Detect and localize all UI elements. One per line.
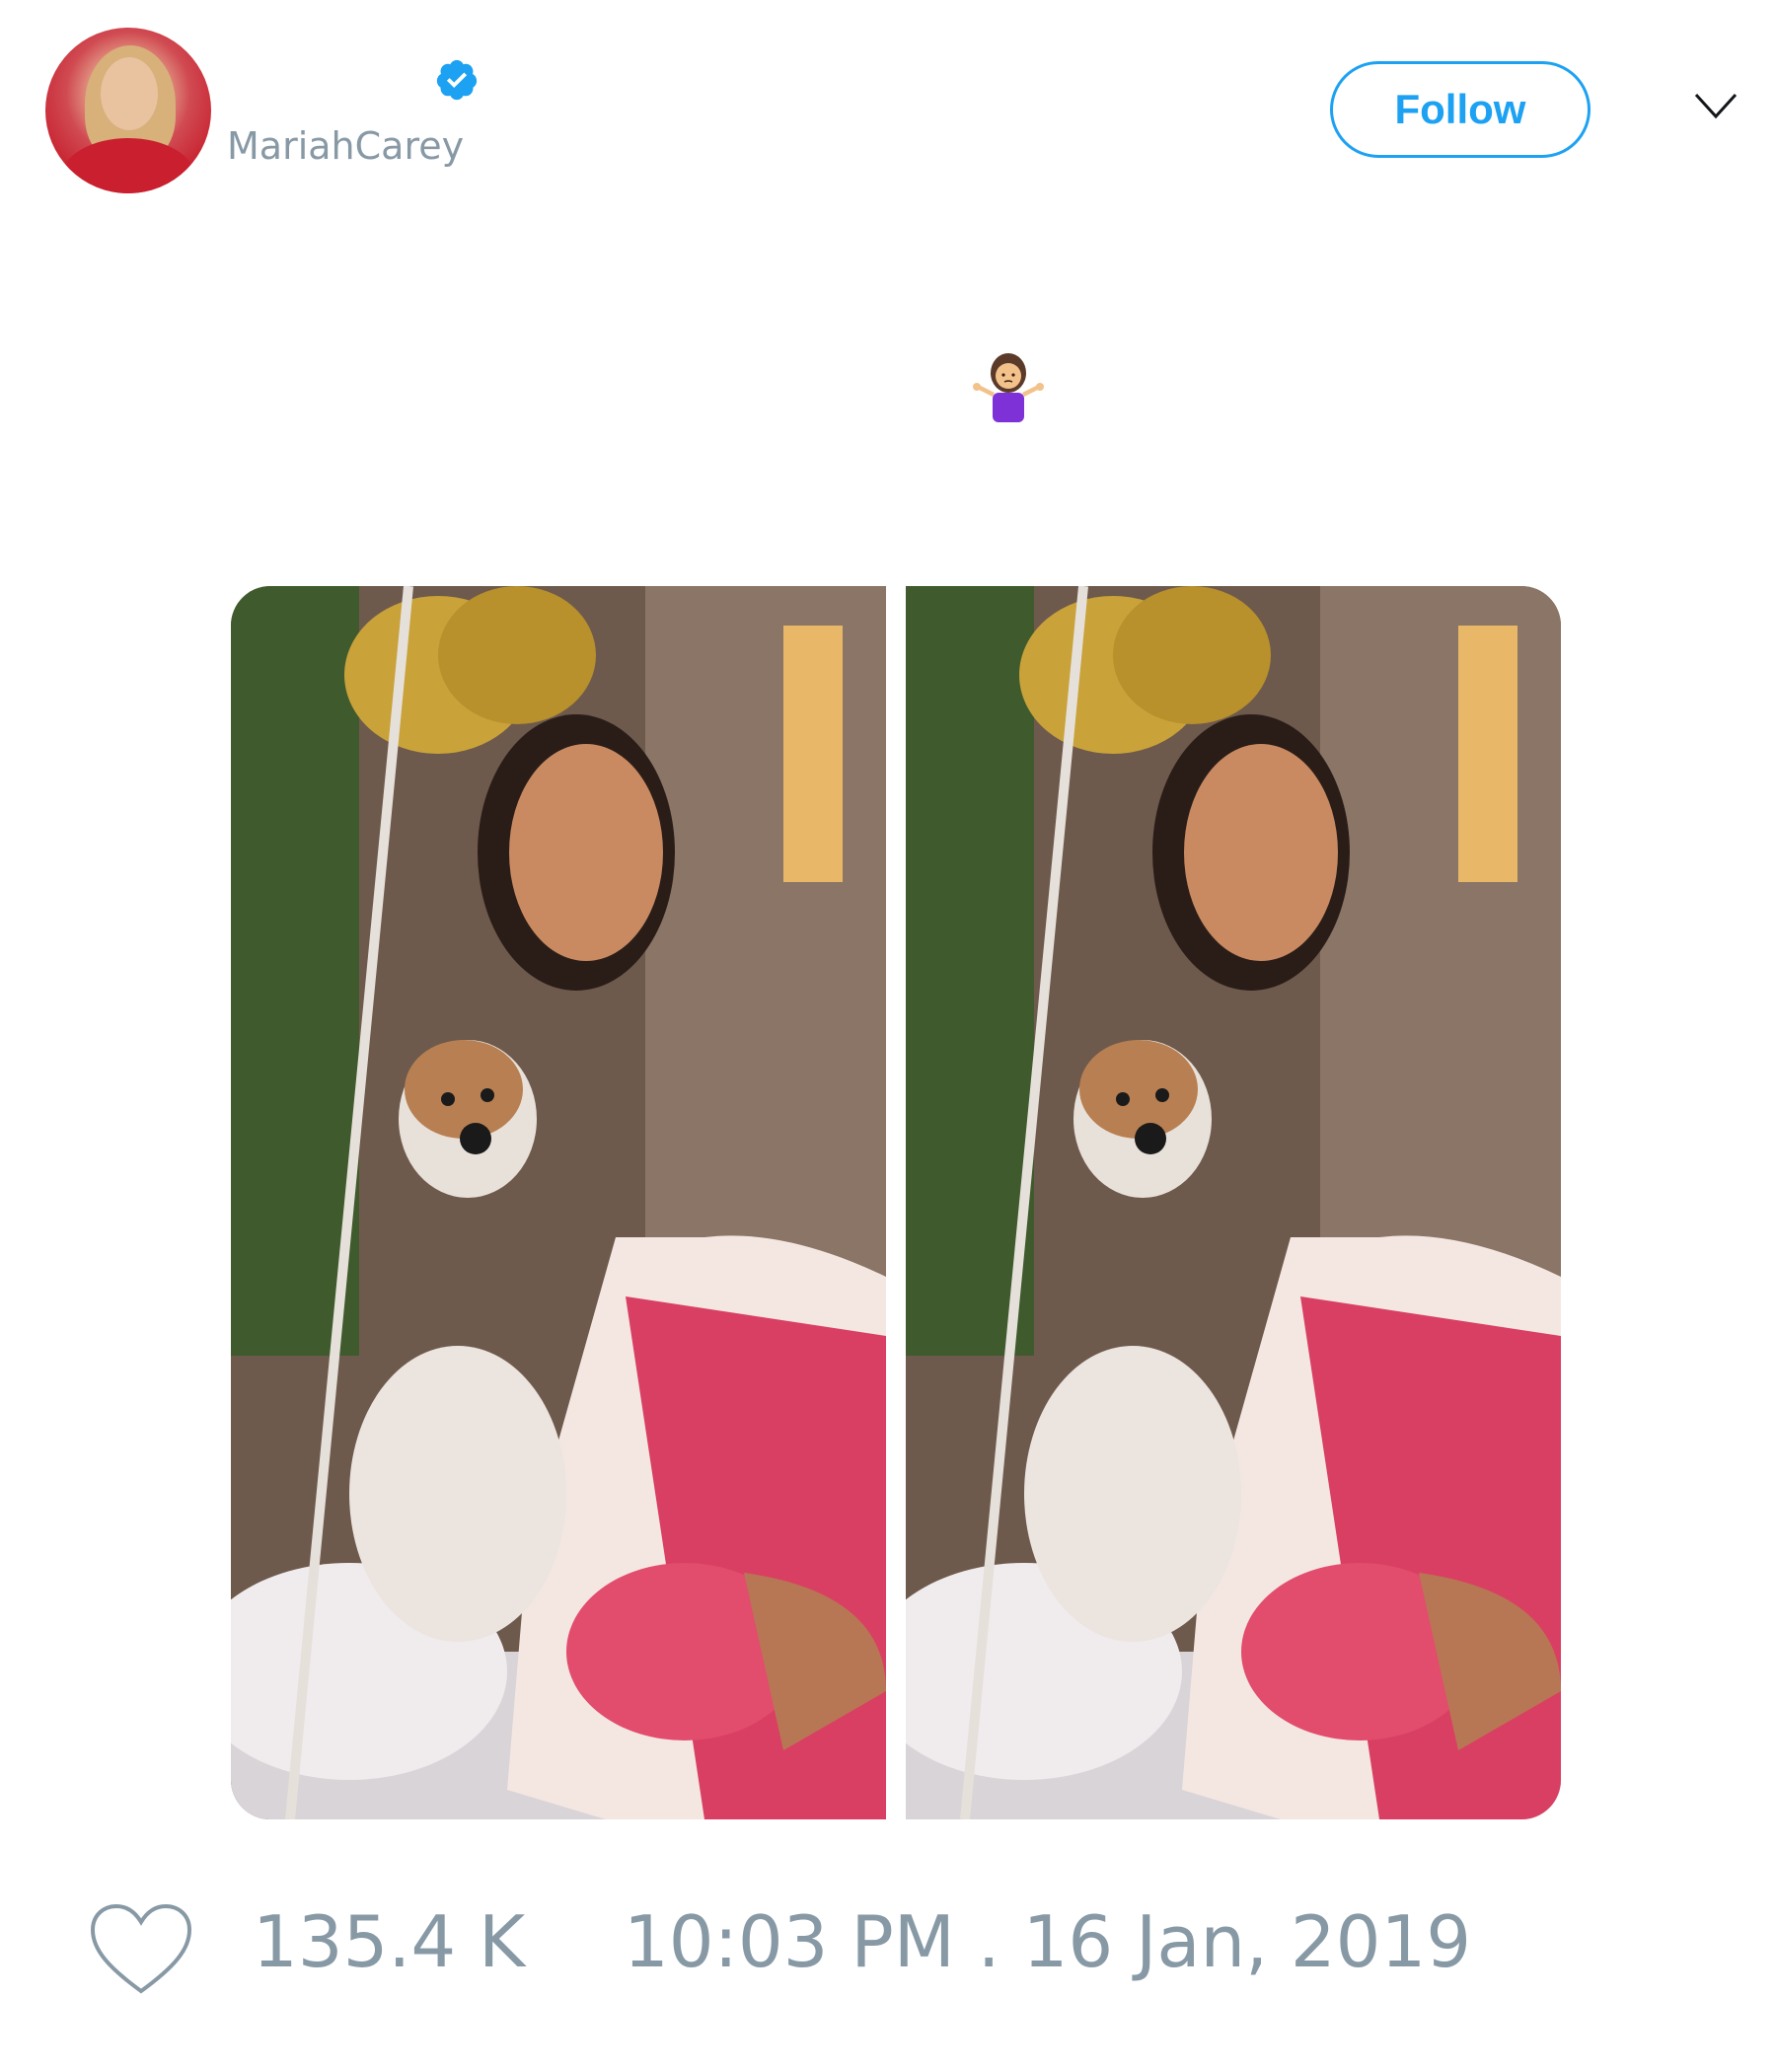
tweet-media[interactable]: [231, 586, 1561, 1819]
like-count[interactable]: 135.4 K: [253, 1906, 525, 1977]
tweet-photo-2[interactable]: [906, 586, 1561, 1819]
photo-icon: [906, 586, 1561, 1819]
verified-badge-icon: [436, 59, 478, 101]
tweet-photo-1[interactable]: [231, 586, 886, 1819]
tweet-timestamp[interactable]: 10:03 PM . 16 Jan, 2019: [624, 1906, 1471, 1977]
follow-button[interactable]: Follow: [1330, 61, 1591, 158]
heart-icon[interactable]: [89, 1902, 193, 1997]
photo-icon: [231, 586, 886, 1819]
chevron-down-icon[interactable]: [1693, 91, 1739, 120]
avatar-dress: [61, 138, 195, 193]
avatar[interactable]: [45, 28, 211, 193]
woman-shrugging-emoji-icon: [973, 353, 1044, 422]
username[interactable]: MariahCarey: [227, 124, 464, 168]
avatar-face: [101, 57, 158, 130]
